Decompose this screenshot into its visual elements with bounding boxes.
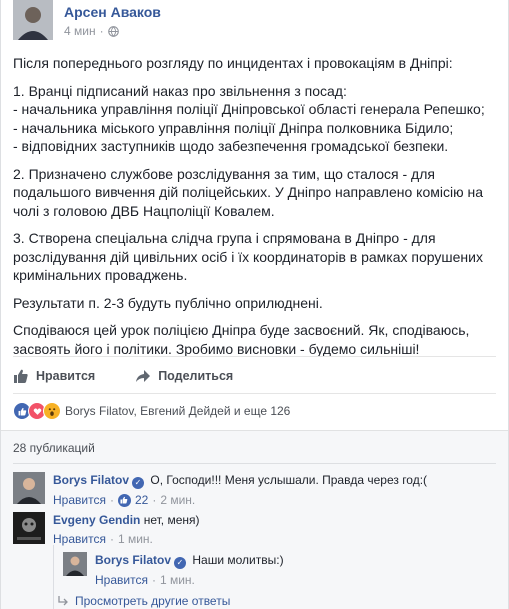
reply-arrow-icon [58,596,68,606]
comment-meta: Нравится · 22 · 2 мин. [53,492,427,508]
commenter-name[interactable]: Borys Filatov [53,473,129,487]
comment-body: Borys Filatov ✓ О, Господи!!! Меня услыша… [53,472,427,508]
share-label: Поделиться [158,369,234,383]
comments-count[interactable]: 28 публикаций [13,441,95,455]
comment-body: Evgeny Gendin нет, меня) Нравится · 1 ми… [53,512,199,547]
comment: Evgeny Gendin нет, меня) Нравится · 1 ми… [13,512,199,547]
reply-avatar[interactable] [63,552,87,576]
post-paragraph: 3. Створена спеціальна слідча група і сп… [13,230,483,283]
post-paragraph: Після попереднього розгляду по инцидента… [13,55,453,71]
share-button[interactable]: Поделиться [135,368,233,384]
separator-dot: · [109,493,114,507]
reply-author-name[interactable]: Borys Filatov [95,553,171,567]
reply-text: Наши молитвы:) [192,553,284,567]
separator-dot: · [109,532,114,546]
comment-meta: Нравится · 1 мин. [53,531,199,547]
comment: Borys Filatov ✓ О, Господи!!! Меня услыша… [13,472,427,508]
author-name[interactable]: Арсен Аваков [64,4,161,20]
commenter-avatar[interactable] [13,512,45,544]
author-avatar[interactable] [13,0,53,40]
verified-badge-icon: ✓ [174,557,187,569]
reply-meta: Нравится · 1 мин. [95,572,284,588]
post-actions: Нравится Поделиться [13,363,496,389]
comment-like-link[interactable]: Нравится [53,531,106,547]
commenter-name[interactable]: Evgeny Gendin [53,513,140,527]
share-arrow-icon [136,370,151,382]
comment-like-count[interactable]: 22 [135,492,148,508]
verified-badge-icon: ✓ [132,477,145,489]
like-count-icon [117,493,131,507]
post-card: Арсен Аваков 4 мин · Після попереднього … [0,0,509,609]
comment-text: нет, меня) [143,513,200,527]
reactions-summary[interactable]: Borys Filatov, Евгений Дейдей и еще 126 [65,404,290,418]
more-replies-link[interactable]: Просмотреть другие ответы [57,594,230,608]
commenter-avatar[interactable] [13,472,45,504]
reply-comment: Borys Filatov ✓ Наши молитвы:) Нравится ·… [63,552,284,588]
post-paragraph: 2. Призначено службове розслідування за … [13,165,483,219]
thumbs-up-icon [14,369,28,383]
reply-time[interactable]: 1 мин. [160,572,195,588]
comment-time[interactable]: 2 мин. [160,492,195,508]
separator-dot: · [152,493,157,507]
reactions-bar[interactable]: Borys Filatov, Евгений Дейдей и еще 126 [13,402,290,420]
comment-time[interactable]: 1 мин. [118,531,153,547]
divider [13,463,496,464]
separator-dot: · [151,573,156,587]
comment-text: О, Господи!!! Меня услышали. Правда чере… [150,473,428,487]
reply-like-link[interactable]: Нравится [95,572,148,588]
reply-thread-line [53,545,54,609]
more-replies-label: Просмотреть другие ответы [75,594,231,608]
post-body: Після попереднього розгляду по инцидента… [13,54,496,367]
post-paragraph: Сподіваюся цей урок поліцією Дніпра буде… [13,322,470,357]
post-paragraph: Результати п. 2-3 будуть публічно оприлю… [13,294,323,311]
globe-icon[interactable] [107,25,119,37]
comment-like-link[interactable]: Нравится [53,492,106,508]
post-paragraph: 1. Вранці підписаний наказ про звільненн… [13,82,485,155]
reaction-icons [13,402,61,420]
post-header: Арсен Аваков 4 мин · [13,0,496,42]
like-button[interactable]: Нравится [13,368,95,384]
like-label: Нравится [36,369,96,383]
post-meta: 4 мин · [64,24,119,38]
separator-dot: · [99,24,104,38]
divider [13,393,496,394]
wow-reaction-icon [43,402,61,420]
post-time[interactable]: 4 мин [64,24,96,38]
reply-body: Borys Filatov ✓ Наши молитвы:) Нравится ·… [95,552,284,588]
divider [13,356,496,357]
